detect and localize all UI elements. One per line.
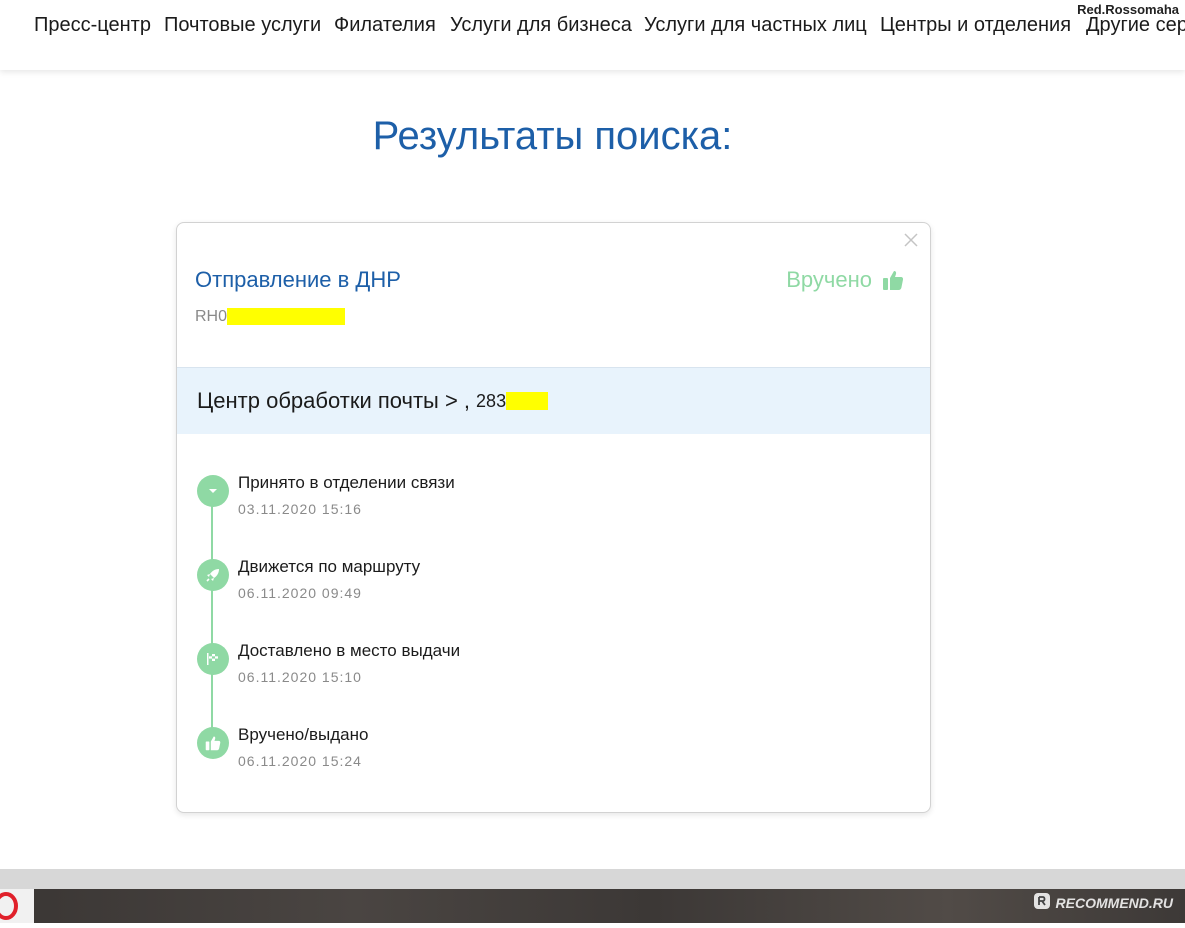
thumbs-up-icon [197,727,229,759]
nav-item-philately[interactable]: Филателия [334,14,436,37]
nav-item-press-center[interactable]: Пресс-центр [34,14,151,37]
top-navigation: Пресс-центр Почтовые услуги Филателия Ус… [0,0,1185,70]
redaction-bar [506,392,549,410]
rocket-icon [197,559,229,591]
page-footer-divider [0,869,1185,889]
taskbar [0,889,1185,923]
shipment-card: Отправление в ДНР RH0 Вручено Центр обра… [176,222,931,813]
event-date: 06.11.2020 09:49 [238,585,362,601]
status-label: Вручено [786,267,872,292]
nav-item-other-services[interactable]: Другие сер [1086,14,1185,37]
author-watermark: Red.Rossomaha [1075,2,1181,17]
event-date: 06.11.2020 15:10 [238,669,362,685]
timeline-line [211,491,213,743]
event-name: Вручено/выдано [238,725,369,744]
nav-item-business-services[interactable]: Услуги для бизнеса [450,14,632,37]
tracking-number: RH0 [195,308,346,326]
event-date: 03.11.2020 15:16 [238,501,362,517]
nav-item-private-services[interactable]: Услуги для частных лиц [644,14,867,37]
opera-browser-icon[interactable] [0,889,34,923]
recommend-logo-icon [1033,892,1051,913]
site-watermark-text: RECOMMEND.RU [1055,894,1173,911]
event-name: Движется по маршруту [238,557,421,576]
page-title: Результаты поиска: [372,114,733,158]
close-icon[interactable] [904,231,918,251]
site-watermark: RECOMMEND.RU [1033,892,1173,913]
status-badge: Вручено [786,267,904,293]
postal-index-prefix: 283 [476,390,507,411]
nav-item-offices[interactable]: Центры и отделения [880,14,1071,37]
tracking-number-prefix: RH0 [195,308,228,325]
event-name: Принято в отделении связи [238,473,455,492]
thumbs-up-icon [882,269,904,291]
processing-center-label: Центр обработки почты > , [197,388,471,413]
processing-center-band: Центр обработки почты > , 283 [177,367,930,434]
chevron-down-icon [197,475,229,507]
flag-icon [197,643,229,675]
event-name: Доставлено в место выдачи [238,641,461,660]
shipment-title: Отправление в ДНР [195,267,401,292]
nav-item-postal-services[interactable]: Почтовые услуги [164,14,321,37]
event-date: 06.11.2020 15:24 [238,753,362,769]
redaction-bar [227,308,346,326]
